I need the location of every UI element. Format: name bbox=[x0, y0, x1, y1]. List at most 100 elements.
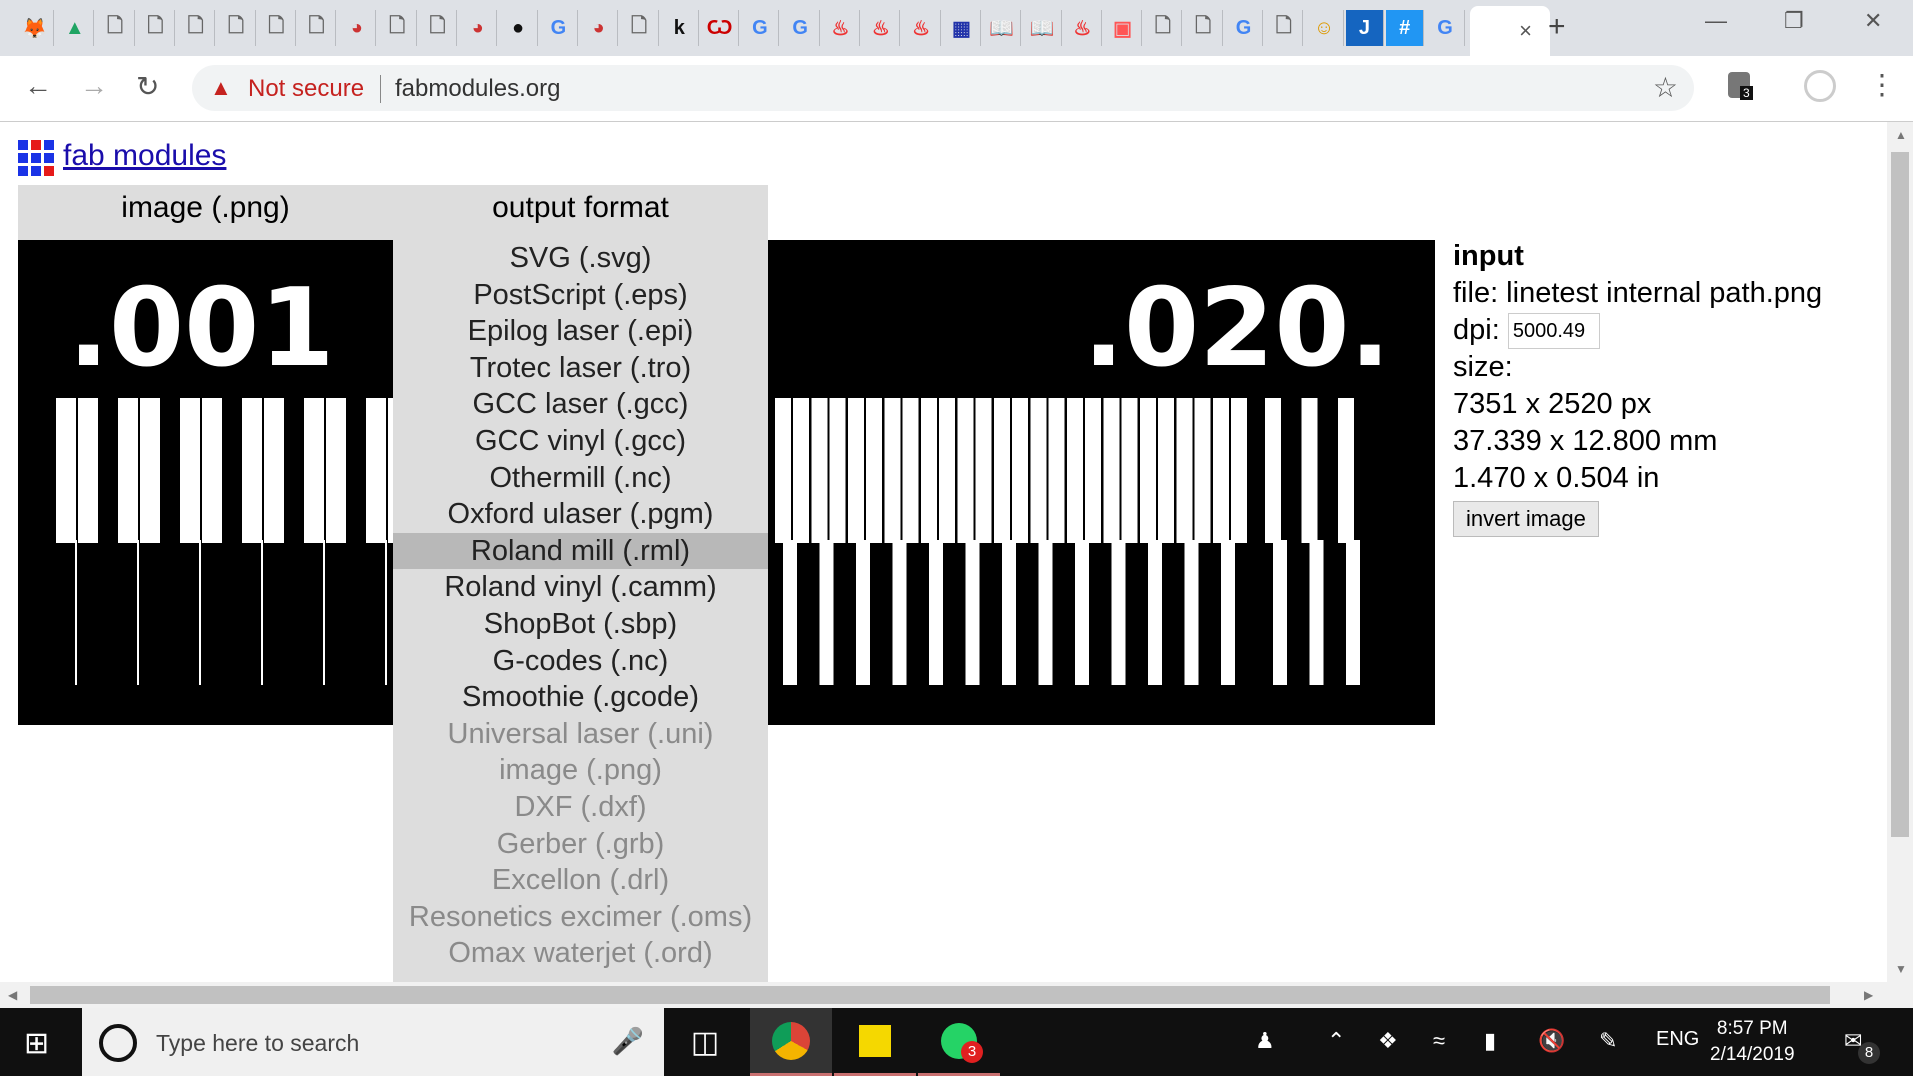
windows-start-icon[interactable]: ⊞ bbox=[24, 1026, 49, 1061]
tab-page-icon[interactable]: 🗋 bbox=[177, 10, 216, 46]
tab-page-icon[interactable]: 🗋 bbox=[379, 10, 417, 46]
tab-google-icon[interactable]: G bbox=[1225, 10, 1263, 46]
tab-google-icon[interactable]: G bbox=[782, 10, 820, 46]
scroll-down-icon[interactable]: ▼ bbox=[1895, 962, 1907, 976]
tab-google-icon[interactable]: G bbox=[741, 10, 780, 46]
tab-fablab-icon[interactable]: ◕ bbox=[580, 10, 619, 46]
back-icon[interactable]: ← bbox=[24, 70, 52, 102]
invert-image-button[interactable]: invert image bbox=[1453, 501, 1599, 538]
dropbox-icon[interactable]: ❖ bbox=[1378, 1028, 1398, 1054]
vertical-scroll-thumb[interactable] bbox=[1891, 152, 1909, 837]
input-format-menu[interactable]: image (.png) bbox=[18, 191, 393, 225]
show-hidden-icons-chevron[interactable]: ⌃ bbox=[1327, 1028, 1345, 1054]
tab-fablab-icon[interactable]: ◕ bbox=[459, 10, 498, 46]
whatsapp-icon[interactable]: 3 bbox=[918, 1008, 1000, 1076]
tab-avatar-icon[interactable]: ☺ bbox=[1306, 10, 1344, 46]
tab-sparkfun-icon[interactable]: ♨ bbox=[822, 10, 860, 46]
tab-github-icon[interactable]: ● bbox=[500, 10, 538, 46]
output-option[interactable]: Resonetics excimer (.oms) bbox=[393, 899, 768, 936]
scroll-left-icon[interactable]: ◀ bbox=[8, 988, 17, 1002]
tab-page-icon[interactable]: 🗋 bbox=[218, 10, 256, 46]
output-option[interactable]: Smoothie (.gcode) bbox=[393, 679, 768, 716]
output-option[interactable]: Universal laser (.uni) bbox=[393, 716, 768, 753]
tab-google-icon[interactable]: G bbox=[540, 10, 578, 46]
restore-icon[interactable]: ❐ bbox=[1784, 8, 1804, 34]
url-text[interactable]: fabmodules.org bbox=[395, 75, 560, 103]
bookmark-star-icon[interactable]: ☆ bbox=[1653, 71, 1678, 104]
menu-kebab-icon[interactable]: ⋮ bbox=[1868, 68, 1896, 101]
output-option[interactable]: PostScript (.eps) bbox=[393, 277, 768, 314]
tab-page-icon[interactable]: 🗋 bbox=[1265, 10, 1304, 46]
output-option[interactable]: Epilog laser (.epi) bbox=[393, 313, 768, 350]
tab-sparkfun-icon[interactable]: ♨ bbox=[862, 10, 901, 46]
dpi-input[interactable] bbox=[1507, 313, 1600, 350]
output-option[interactable]: GCC laser (.gcc) bbox=[393, 386, 768, 423]
output-option[interactable]: Roland mill (.rml) bbox=[393, 532, 768, 570]
tab-fablab-icon[interactable]: ◕ bbox=[338, 10, 377, 46]
output-option[interactable]: GCC vinyl (.gcc) bbox=[393, 423, 768, 460]
scroll-right-icon[interactable]: ▶ bbox=[1864, 988, 1873, 1002]
action-center-icon[interactable]: ✉ 8 bbox=[1844, 1028, 1880, 1064]
tab-page-icon[interactable]: 🗋 bbox=[621, 10, 659, 46]
extension-icon[interactable]: 3 bbox=[1728, 72, 1753, 100]
vertical-scrollbar[interactable]: ▲ ▼ bbox=[1887, 122, 1913, 982]
chrome-taskbar-icon[interactable] bbox=[750, 1008, 832, 1076]
output-option[interactable]: Excellon (.drl) bbox=[393, 862, 768, 899]
security-label[interactable]: Not secure bbox=[248, 75, 364, 103]
language-indicator[interactable]: ENG bbox=[1656, 1028, 1699, 1051]
tab-mbed-icon[interactable]: Ѡ bbox=[701, 10, 740, 46]
output-option[interactable]: image (.png) bbox=[393, 752, 768, 789]
output-option[interactable]: Othermill (.nc) bbox=[393, 460, 768, 497]
scroll-up-icon[interactable]: ▲ bbox=[1895, 128, 1907, 142]
tab-book-icon[interactable]: 📖 bbox=[1024, 10, 1062, 46]
taskbar-search[interactable]: Type here to search 🎤 bbox=[82, 1008, 664, 1076]
task-view-icon[interactable]: ◫ bbox=[664, 1008, 746, 1076]
close-window-icon[interactable]: ✕ bbox=[1864, 8, 1882, 34]
horizontal-scrollbar[interactable]: ◀ ▶ bbox=[0, 982, 1913, 1008]
tab-google-icon[interactable]: G bbox=[1427, 10, 1465, 46]
output-format-menu[interactable]: output format bbox=[393, 191, 768, 225]
output-option[interactable]: SVG (.svg) bbox=[393, 240, 768, 277]
output-option[interactable]: ShopBot (.sbp) bbox=[393, 606, 768, 643]
tab-grid-icon[interactable]: ▦ bbox=[943, 10, 981, 46]
tab-page-icon[interactable]: 🗋 bbox=[258, 10, 296, 46]
active-tab[interactable]: × bbox=[1470, 6, 1550, 56]
tab-page-icon[interactable]: 🗋 bbox=[298, 10, 337, 46]
output-option[interactable]: Gerber (.grb) bbox=[393, 826, 768, 863]
horizontal-scroll-thumb[interactable] bbox=[30, 986, 1830, 1004]
tab-page-icon[interactable]: 🗋 bbox=[419, 10, 457, 46]
tab-sparkfun-icon[interactable]: ♨ bbox=[903, 10, 941, 46]
tab-page-icon[interactable]: 🗋 bbox=[137, 10, 175, 46]
tab-page-icon[interactable]: 🗋 bbox=[1185, 10, 1223, 46]
output-option[interactable]: Oxford ulaser (.pgm) bbox=[393, 496, 768, 533]
tab-k-icon[interactable]: k bbox=[661, 10, 699, 46]
page-title-link[interactable]: fab modules bbox=[63, 139, 226, 173]
output-option[interactable]: DXF (.dxf) bbox=[393, 789, 768, 826]
tab-book-icon[interactable]: 📖 bbox=[983, 10, 1022, 46]
new-tab-button[interactable]: + bbox=[1548, 10, 1566, 44]
output-format-dropdown[interactable]: SVG (.svg) PostScript (.eps) Epilog laser … bbox=[393, 240, 768, 982]
output-option[interactable]: Roland vinyl (.camm) bbox=[393, 569, 768, 606]
cortana-icon[interactable] bbox=[99, 1024, 137, 1062]
minimize-icon[interactable]: — bbox=[1705, 8, 1727, 34]
clock[interactable]: 8:57 PM 2/14/2019 bbox=[1710, 1016, 1795, 1068]
volume-muted-icon[interactable]: 🔇 bbox=[1538, 1028, 1565, 1054]
tab-google-drive-icon[interactable]: ▲ bbox=[56, 10, 95, 46]
people-icon[interactable]: ♟ bbox=[1255, 1028, 1275, 1054]
microphone-icon[interactable]: 🎤 bbox=[612, 1026, 644, 1057]
tab-page-icon[interactable]: 🗋 bbox=[1144, 10, 1183, 46]
profile-avatar[interactable] bbox=[1804, 70, 1836, 102]
reload-icon[interactable]: ↻ bbox=[136, 70, 159, 103]
output-option[interactable]: G-codes (.nc) bbox=[393, 643, 768, 680]
battery-icon[interactable]: ▮ bbox=[1484, 1028, 1496, 1054]
tab-sparkfun-icon[interactable]: ♨ bbox=[1064, 10, 1102, 46]
tab-gitlab-icon[interactable]: 🦊 bbox=[16, 10, 54, 46]
output-option[interactable]: Trotec laser (.tro) bbox=[393, 350, 768, 387]
tab-hash-icon[interactable]: # bbox=[1386, 10, 1425, 46]
tab-j-icon[interactable]: J bbox=[1345, 10, 1384, 46]
output-option[interactable]: Omax waterjet (.ord) bbox=[393, 935, 768, 972]
address-bar[interactable]: ▲ Not secure fabmodules.org ☆ bbox=[192, 65, 1694, 111]
pen-icon[interactable]: ✎ bbox=[1599, 1028, 1617, 1054]
tab-page-icon[interactable]: 🗋 bbox=[97, 10, 135, 46]
sticky-notes-icon[interactable] bbox=[834, 1008, 916, 1076]
